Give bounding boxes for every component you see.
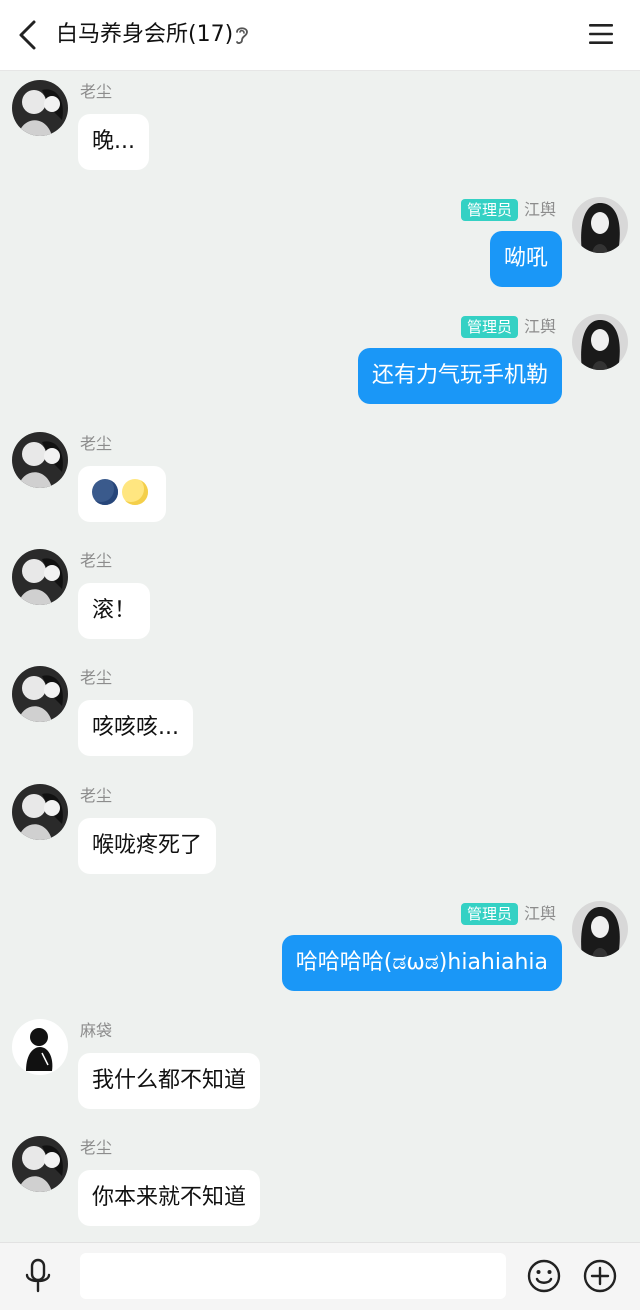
full-moon-face-icon bbox=[122, 479, 148, 505]
chat-header: 白马养身会所(17) bbox=[0, 0, 640, 71]
message-bubble[interactable]: 滚！ bbox=[78, 583, 151, 639]
message-bubble[interactable]: 哈哈哈哈(ಡωಡ)hiahiahia bbox=[281, 935, 562, 991]
ear-icon[interactable] bbox=[232, 24, 252, 46]
avatar[interactable] bbox=[12, 1019, 68, 1075]
sender-name: 江舆 bbox=[523, 200, 556, 219]
microphone-icon[interactable] bbox=[22, 1258, 54, 1294]
avatar[interactable] bbox=[572, 314, 628, 370]
sender-info: 管理员 江舆 bbox=[460, 199, 556, 221]
message-bubble[interactable]: 呦吼 bbox=[489, 231, 562, 287]
message-input[interactable] bbox=[80, 1253, 506, 1299]
message-bubble[interactable]: 你本来就不知道 bbox=[78, 1170, 261, 1226]
avatar[interactable] bbox=[572, 197, 628, 253]
message-bubble[interactable]: 喉咙疼死了 bbox=[78, 818, 217, 874]
input-bar bbox=[0, 1242, 640, 1310]
admin-badge: 管理员 bbox=[460, 316, 518, 338]
sender-info: 管理员 江舆 bbox=[460, 316, 556, 338]
avatar[interactable] bbox=[572, 901, 628, 957]
smiley-icon[interactable] bbox=[526, 1258, 562, 1294]
avatar[interactable] bbox=[12, 666, 68, 722]
sender-info: 管理员 江舆 bbox=[460, 903, 556, 925]
sender-name: 江舆 bbox=[523, 904, 556, 923]
plus-circle-icon[interactable] bbox=[582, 1258, 618, 1294]
avatar[interactable] bbox=[12, 1136, 68, 1192]
sender-name: 老尘 bbox=[80, 551, 113, 570]
avatar[interactable] bbox=[12, 80, 68, 136]
message-bubble[interactable]: 还有力气玩手机勒 bbox=[357, 348, 562, 404]
sender-name: 老尘 bbox=[80, 668, 113, 687]
avatar[interactable] bbox=[12, 432, 68, 488]
message-bubble[interactable]: 我什么都不知道 bbox=[78, 1053, 261, 1109]
sender-name: 老尘 bbox=[80, 82, 113, 101]
message-bubble[interactable] bbox=[78, 466, 166, 522]
sender-name: 老尘 bbox=[80, 786, 113, 805]
avatar[interactable] bbox=[12, 784, 68, 840]
sender-name: 江舆 bbox=[523, 317, 556, 336]
chat-title[interactable]: 白马养身会所(17) bbox=[56, 20, 233, 50]
chevron-left-icon[interactable] bbox=[14, 18, 42, 52]
message-bubble[interactable]: 晚... bbox=[78, 114, 149, 170]
admin-badge: 管理员 bbox=[460, 903, 518, 925]
message-bubble[interactable]: 咳咳咳... bbox=[78, 700, 193, 756]
hamburger-menu-icon[interactable] bbox=[588, 22, 614, 46]
avatar[interactable] bbox=[12, 549, 68, 605]
sender-name: 麻袋 bbox=[80, 1021, 113, 1040]
sender-name: 老尘 bbox=[80, 434, 113, 453]
sender-name: 老尘 bbox=[80, 1138, 113, 1157]
new-moon-face-icon bbox=[92, 479, 118, 505]
admin-badge: 管理员 bbox=[460, 199, 518, 221]
